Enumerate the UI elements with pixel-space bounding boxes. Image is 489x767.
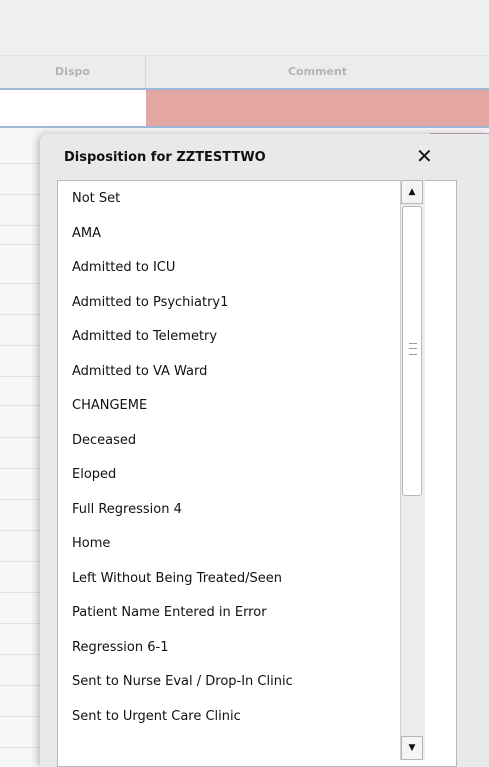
disposition-option[interactable]: Sent to Urgent Care Clinic [72, 709, 241, 724]
selected-grid-row[interactable] [0, 88, 489, 128]
disposition-option[interactable]: Regression 6-1 [72, 640, 168, 655]
disposition-option[interactable]: Admitted to VA Ward [72, 364, 207, 379]
disposition-listbox[interactable]: Not Set AMA Admitted to ICU Admitted to Psy… [57, 180, 457, 767]
top-toolbar-area [0, 0, 489, 55]
disposition-option[interactable]: Home [72, 536, 110, 551]
scroll-up-arrow-icon[interactable]: ▲ [401, 180, 423, 204]
column-header-dispo[interactable]: Dispo [0, 56, 145, 88]
scroll-down-arrow-icon[interactable]: ▼ [401, 736, 423, 760]
disposition-option[interactable]: CHANGEME [72, 398, 147, 413]
disposition-option[interactable]: Admitted to Psychiatry1 [72, 295, 228, 310]
dialog-title: Disposition for ZZTESTTWO [64, 150, 266, 165]
disposition-option[interactable]: Eloped [72, 467, 116, 482]
disposition-option[interactable]: Admitted to ICU [72, 260, 175, 275]
selected-row-comment-cell[interactable] [146, 90, 489, 126]
disposition-option[interactable]: Deceased [72, 433, 136, 448]
listbox-scrollbar[interactable]: ▲ ▼ [400, 180, 425, 760]
disposition-option[interactable]: Not Set [72, 191, 120, 206]
disposition-option[interactable]: Patient Name Entered in Error [72, 605, 267, 620]
scrollbar-grip-icon [409, 343, 417, 355]
disposition-option[interactable]: Admitted to Telemetry [72, 329, 217, 344]
close-icon[interactable]: ✕ [416, 146, 433, 166]
disposition-dialog: Disposition for ZZTESTTWO ✕ Not Set AMA Ad… [40, 134, 489, 767]
column-header-comment[interactable]: Comment [146, 56, 489, 88]
scrollbar-thumb[interactable] [402, 206, 422, 496]
disposition-option[interactable]: Full Regression 4 [72, 502, 182, 517]
grid-header: Dispo Comment [0, 55, 489, 89]
disposition-option[interactable]: Left Without Being Treated/Seen [72, 571, 282, 586]
disposition-option[interactable]: AMA [72, 226, 101, 241]
disposition-option[interactable]: Sent to Nurse Eval / Drop-In Clinic [72, 674, 293, 689]
